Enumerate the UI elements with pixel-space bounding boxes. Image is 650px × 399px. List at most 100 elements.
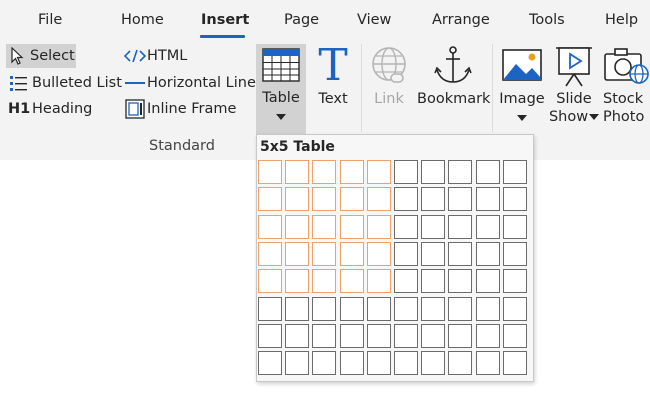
table-picker-cell[interactable] <box>312 269 336 293</box>
table-picker-cell[interactable] <box>285 351 309 375</box>
table-picker-cell[interactable] <box>285 324 309 348</box>
table-picker-cell[interactable] <box>258 187 282 211</box>
table-picker-cell[interactable] <box>476 187 500 211</box>
tab-page[interactable]: Page <box>284 12 319 28</box>
table-picker-cell[interactable] <box>394 160 418 184</box>
table-picker-cell[interactable] <box>285 187 309 211</box>
tab-view[interactable]: View <box>357 12 391 28</box>
table-picker-cell[interactable] <box>258 324 282 348</box>
table-picker-cell[interactable] <box>421 297 445 321</box>
tab-arrange[interactable]: Arrange <box>432 12 490 28</box>
table-picker-cell[interactable] <box>340 351 364 375</box>
table-picker-cell[interactable] <box>448 160 472 184</box>
table-picker-cell[interactable] <box>394 187 418 211</box>
table-picker-cell[interactable] <box>503 187 527 211</box>
table-picker-cell[interactable] <box>503 297 527 321</box>
table-picker-cell[interactable] <box>448 351 472 375</box>
table-picker-cell[interactable] <box>421 160 445 184</box>
table-picker-cell[interactable] <box>503 324 527 348</box>
table-picker-cell[interactable] <box>258 160 282 184</box>
table-picker-cell[interactable] <box>394 242 418 266</box>
table-picker-cell[interactable] <box>340 269 364 293</box>
bulleted-list-button[interactable]: Bulleted List <box>8 71 122 95</box>
table-picker-cell[interactable] <box>367 160 391 184</box>
table-picker-cell[interactable] <box>367 269 391 293</box>
image-button[interactable]: Image <box>498 44 546 126</box>
table-picker-cell[interactable] <box>285 297 309 321</box>
table-picker-cell[interactable] <box>394 269 418 293</box>
table-picker-cell[interactable] <box>367 351 391 375</box>
table-picker-cell[interactable] <box>394 297 418 321</box>
text-button[interactable]: T Text <box>312 44 354 110</box>
table-picker-cell[interactable] <box>340 160 364 184</box>
html-button[interactable]: HTML <box>122 44 187 68</box>
table-picker-cell[interactable] <box>340 215 364 239</box>
table-picker-cell[interactable] <box>476 324 500 348</box>
table-picker-cell[interactable] <box>421 351 445 375</box>
table-picker-cell[interactable] <box>394 324 418 348</box>
table-picker-cell[interactable] <box>448 297 472 321</box>
table-picker-cell[interactable] <box>448 187 472 211</box>
horizontal-line-button[interactable]: Horizontal Line <box>122 71 256 95</box>
table-picker-cell[interactable] <box>285 160 309 184</box>
tab-help[interactable]: Help <box>605 12 638 28</box>
table-picker-cell[interactable] <box>421 324 445 348</box>
table-picker-cell[interactable] <box>258 351 282 375</box>
table-picker-cell[interactable] <box>312 351 336 375</box>
tab-file[interactable]: File <box>38 12 62 28</box>
table-picker-cell[interactable] <box>394 351 418 375</box>
slide-show-button[interactable]: Slide Show <box>548 44 600 128</box>
table-picker-cell[interactable] <box>421 187 445 211</box>
table-picker-cell[interactable] <box>476 297 500 321</box>
table-picker-cell[interactable] <box>367 187 391 211</box>
table-picker-cell[interactable] <box>421 215 445 239</box>
table-picker-cell[interactable] <box>448 324 472 348</box>
table-picker-cell[interactable] <box>394 215 418 239</box>
table-button[interactable]: Table <box>256 44 306 134</box>
table-picker-cell[interactable] <box>503 215 527 239</box>
table-picker-cell[interactable] <box>340 297 364 321</box>
select-button[interactable]: Select <box>6 44 76 68</box>
table-picker-cell[interactable] <box>312 242 336 266</box>
table-picker-cell[interactable] <box>258 269 282 293</box>
stock-photo-button[interactable]: Stock Photo <box>603 44 650 128</box>
table-picker-cell[interactable] <box>476 215 500 239</box>
table-picker-cell[interactable] <box>476 351 500 375</box>
table-picker-cell[interactable] <box>312 160 336 184</box>
table-picker-cell[interactable] <box>448 269 472 293</box>
table-picker-cell[interactable] <box>340 187 364 211</box>
table-picker-cell[interactable] <box>448 242 472 266</box>
table-picker-cell[interactable] <box>367 324 391 348</box>
table-picker-cell[interactable] <box>503 160 527 184</box>
tab-tools[interactable]: Tools <box>529 12 565 28</box>
table-picker-cell[interactable] <box>312 297 336 321</box>
bookmark-button[interactable]: Bookmark <box>417 44 490 110</box>
table-picker-cell[interactable] <box>285 269 309 293</box>
table-picker-cell[interactable] <box>258 215 282 239</box>
table-picker-cell[interactable] <box>258 297 282 321</box>
table-picker-cell[interactable] <box>503 269 527 293</box>
tab-insert[interactable]: Insert <box>201 12 249 28</box>
table-picker-cell[interactable] <box>476 242 500 266</box>
table-picker-cell[interactable] <box>476 160 500 184</box>
table-picker-cell[interactable] <box>258 242 282 266</box>
table-picker-cell[interactable] <box>312 187 336 211</box>
table-picker-cell[interactable] <box>285 215 309 239</box>
heading-button[interactable]: H1 Heading <box>8 97 92 121</box>
table-picker-cell[interactable] <box>312 324 336 348</box>
table-picker-cell[interactable] <box>421 269 445 293</box>
table-picker-cell[interactable] <box>312 215 336 239</box>
table-picker-cell[interactable] <box>367 215 391 239</box>
table-picker-cell[interactable] <box>367 297 391 321</box>
table-picker-cell[interactable] <box>476 269 500 293</box>
table-picker-cell[interactable] <box>448 215 472 239</box>
table-picker-cell[interactable] <box>367 242 391 266</box>
table-picker-cell[interactable] <box>340 242 364 266</box>
link-button[interactable]: Link <box>365 44 413 110</box>
table-picker-cell[interactable] <box>285 242 309 266</box>
table-picker-cell[interactable] <box>503 242 527 266</box>
tab-home[interactable]: Home <box>121 12 164 28</box>
table-picker-cell[interactable] <box>503 351 527 375</box>
table-picker-cell[interactable] <box>421 242 445 266</box>
table-picker-cell[interactable] <box>340 324 364 348</box>
